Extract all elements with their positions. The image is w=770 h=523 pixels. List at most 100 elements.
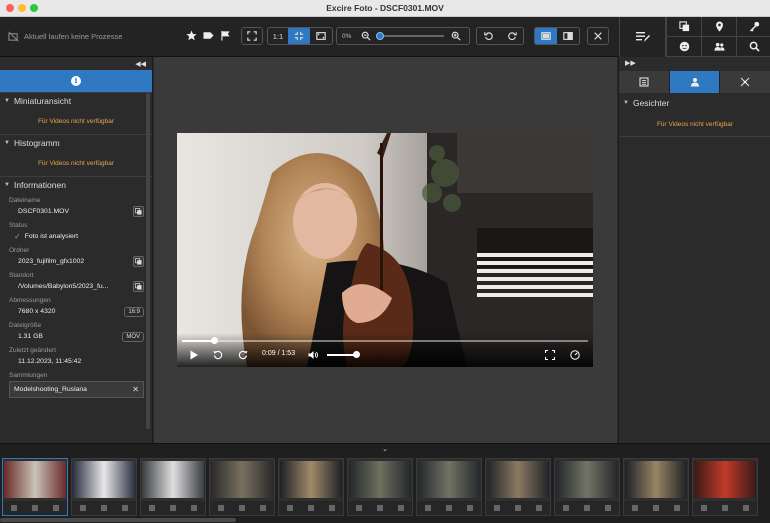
filmstrip-thumbnail[interactable]	[347, 458, 413, 516]
flag-icon[interactable]	[10, 505, 17, 511]
star-icon[interactable]	[536, 505, 543, 511]
flag-icon[interactable]	[424, 505, 431, 511]
flag-icon[interactable]	[562, 505, 569, 511]
star-icon[interactable]	[191, 505, 198, 511]
label-tag-icon[interactable]	[652, 505, 659, 511]
play-button[interactable]	[189, 350, 199, 362]
star-icon[interactable]	[398, 505, 405, 511]
label-tag-icon[interactable]	[583, 505, 590, 511]
fit-view-button[interactable]	[288, 28, 310, 44]
collection-item[interactable]: Modelshooting_Ruslana ✕	[9, 381, 144, 398]
tab-keywords[interactable]	[619, 71, 670, 93]
filmstrip-thumbnail[interactable]	[2, 458, 68, 516]
filmstrip-thumbnail[interactable]	[140, 458, 206, 516]
thumbnail-toolbar	[3, 501, 67, 515]
copy-folder-button[interactable]	[133, 256, 144, 267]
filmstrip-thumbnail[interactable]	[623, 458, 689, 516]
zoom-slider-track[interactable]	[378, 35, 444, 37]
zoom-slider-handle[interactable]	[376, 32, 384, 40]
single-view-button[interactable]	[535, 28, 557, 44]
status-value: Foto ist analysiert	[24, 233, 78, 240]
key-button[interactable]	[736, 17, 770, 37]
star-icon[interactable]	[122, 505, 129, 511]
left-panel-collapse[interactable]: ◀◀	[0, 57, 152, 70]
flag-icon[interactable]	[148, 505, 155, 511]
video-player[interactable]: 0:09 / 1:53	[177, 133, 593, 367]
left-panel-scrollbar[interactable]	[146, 93, 150, 429]
flag-icon[interactable]	[355, 505, 362, 511]
star-icon[interactable]	[53, 505, 60, 511]
copy-filename-button[interactable]	[133, 206, 144, 217]
label-tag-icon[interactable]	[307, 505, 314, 511]
close-view-button[interactable]	[588, 28, 608, 44]
people-button[interactable]	[701, 37, 736, 57]
star-icon[interactable]	[260, 505, 267, 511]
playback-speed-button[interactable]	[570, 350, 580, 362]
flag-icon[interactable]	[700, 505, 707, 511]
filmstrip-scrollbar[interactable]	[0, 518, 236, 522]
filmstrip-thumbnail[interactable]	[692, 458, 758, 516]
flag-icon[interactable]	[217, 505, 224, 511]
collapse-right-icon[interactable]: ▶▶	[625, 59, 636, 67]
thumbnail-image	[349, 461, 411, 498]
section-header-thumbnail[interactable]: ▼ Miniaturansicht	[0, 92, 152, 108]
duplicates-button[interactable]	[666, 17, 701, 37]
volume-button[interactable]	[308, 350, 318, 362]
skip-forward-button[interactable]	[238, 350, 248, 362]
label-tag-icon[interactable]	[31, 505, 38, 511]
section-header-faces[interactable]: ▼ Gesichter	[619, 95, 770, 111]
fullscreen-button[interactable]	[242, 28, 262, 44]
filmstrip: ⌄	[0, 443, 770, 523]
filmstrip-thumbnail[interactable]	[416, 458, 482, 516]
actual-size-button[interactable]: 1:1	[268, 28, 288, 44]
filmstrip-thumbnail[interactable]	[209, 458, 275, 516]
rotate-right-button[interactable]	[500, 28, 523, 44]
label-tag-icon[interactable]	[445, 505, 452, 511]
volume-slider-handle[interactable]	[352, 351, 360, 358]
label-tag-icon[interactable]	[203, 30, 214, 41]
star-icon[interactable]	[329, 505, 336, 511]
fill-view-button[interactable]	[310, 28, 332, 44]
flag-icon[interactable]	[286, 505, 293, 511]
zoom-in-icon[interactable]	[451, 31, 461, 41]
label-tag-icon[interactable]	[376, 505, 383, 511]
star-icon[interactable]	[186, 30, 197, 41]
label-tag-icon[interactable]	[721, 505, 728, 511]
face-search-button[interactable]	[666, 37, 701, 57]
copy-location-button[interactable]	[133, 281, 144, 292]
filmstrip-thumbnail[interactable]	[485, 458, 551, 516]
label-tag-icon[interactable]	[100, 505, 107, 511]
section-header-histogram[interactable]: ▼ Histogramm	[0, 134, 152, 150]
label-tag-icon[interactable]	[169, 505, 176, 511]
rotate-left-button[interactable]	[477, 28, 500, 44]
tab-faces[interactable]	[669, 71, 721, 93]
remove-collection-icon[interactable]: ✕	[132, 385, 139, 394]
filmstrip-thumbnail[interactable]	[554, 458, 620, 516]
info-tab[interactable]: i	[0, 70, 152, 92]
star-icon[interactable]	[605, 505, 612, 511]
video-progress-bar[interactable]	[182, 337, 588, 344]
flag-icon[interactable]	[220, 30, 231, 41]
star-icon[interactable]	[674, 505, 681, 511]
star-icon[interactable]	[467, 505, 474, 511]
zoom-out-icon[interactable]	[361, 31, 371, 41]
label-tag-icon[interactable]	[514, 505, 521, 511]
filmstrip-thumbnail[interactable]	[71, 458, 137, 516]
video-progress-handle[interactable]	[211, 337, 219, 344]
filmstrip-thumbnail[interactable]	[278, 458, 344, 516]
metadata-edit-button[interactable]	[620, 17, 666, 57]
search-button[interactable]	[736, 37, 770, 57]
section-header-info[interactable]: ▼ Informationen	[0, 176, 152, 192]
video-fullscreen-button[interactable]	[544, 349, 556, 362]
volume-slider-track[interactable]	[327, 354, 356, 356]
compare-view-button[interactable]	[557, 28, 579, 44]
flag-icon[interactable]	[631, 505, 638, 511]
filmstrip-toggle[interactable]: ⌄	[0, 444, 770, 454]
skip-back-button[interactable]	[213, 350, 223, 362]
label-tag-icon[interactable]	[238, 505, 245, 511]
tab-similar[interactable]	[720, 71, 770, 93]
location-button[interactable]	[701, 17, 736, 37]
flag-icon[interactable]	[79, 505, 86, 511]
flag-icon[interactable]	[493, 505, 500, 511]
star-icon[interactable]	[743, 505, 750, 511]
